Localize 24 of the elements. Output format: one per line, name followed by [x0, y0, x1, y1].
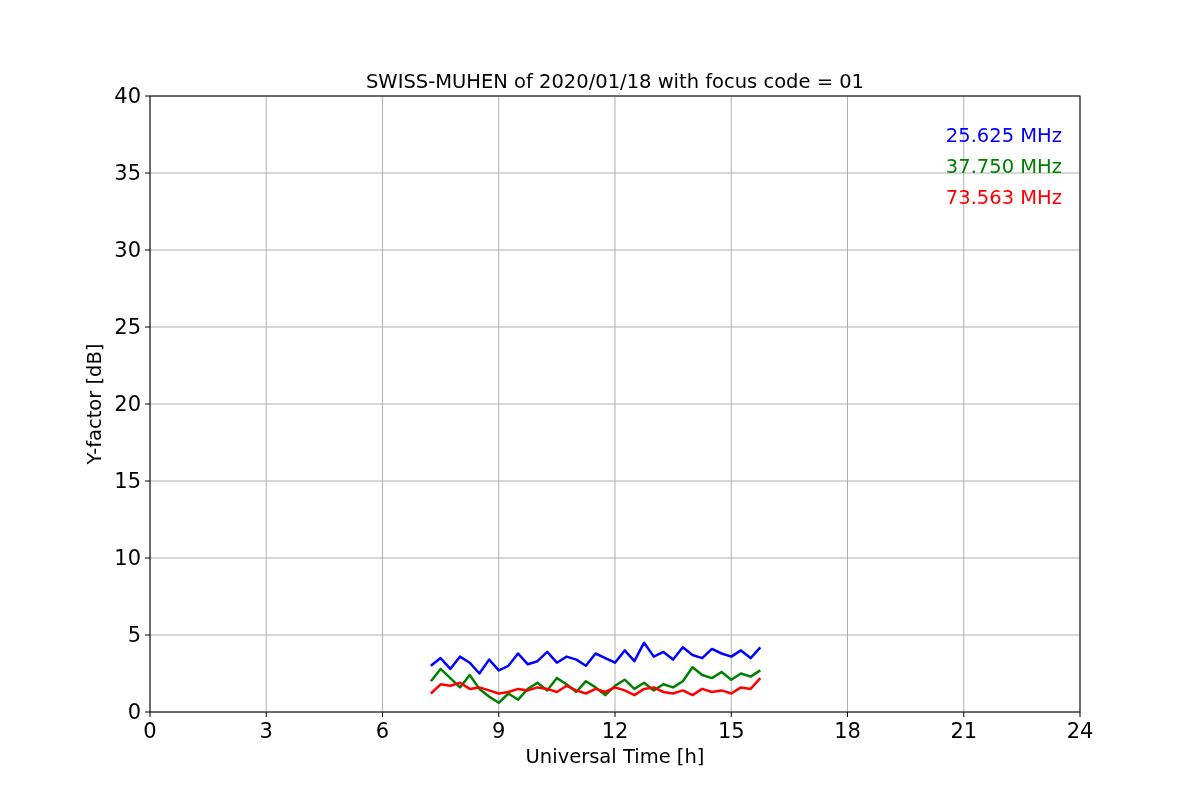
y-tick-label: 20 — [114, 392, 141, 416]
y-axis-label: Y-factor [dB] — [83, 343, 106, 465]
x-tick-label: 6 — [375, 719, 390, 743]
y-tick-label: 10 — [114, 546, 141, 570]
x-tick-label: 21 — [950, 719, 978, 743]
y-tick-label: 15 — [114, 469, 141, 493]
legend-label: 73.563 MHz — [945, 186, 1062, 209]
y-tick-label: 25 — [114, 315, 141, 339]
chart-title: SWISS-MUHEN of 2020/01/18 with focus code = 01 — [366, 70, 864, 93]
x-tick-label: 15 — [717, 719, 745, 743]
y-tick-label: 35 — [114, 161, 141, 185]
y-tick-label: 30 — [114, 238, 141, 262]
y-tick-label: 0 — [127, 700, 141, 724]
y-tick-label: 5 — [127, 623, 141, 647]
y-tick-label: 40 — [114, 84, 141, 108]
legend-label: 25.625 MHz — [945, 124, 1062, 147]
legend-label: 37.750 MHz — [945, 155, 1062, 178]
x-tick-label: 12 — [601, 719, 629, 743]
x-tick-label: 3 — [259, 719, 273, 743]
x-tick-label: 9 — [492, 719, 506, 743]
x-tick-label: 18 — [834, 719, 861, 743]
x-tick-label: 24 — [1066, 719, 1094, 743]
x-tick-label: 0 — [143, 719, 157, 743]
x-axis-label: Universal Time [h] — [525, 745, 705, 768]
